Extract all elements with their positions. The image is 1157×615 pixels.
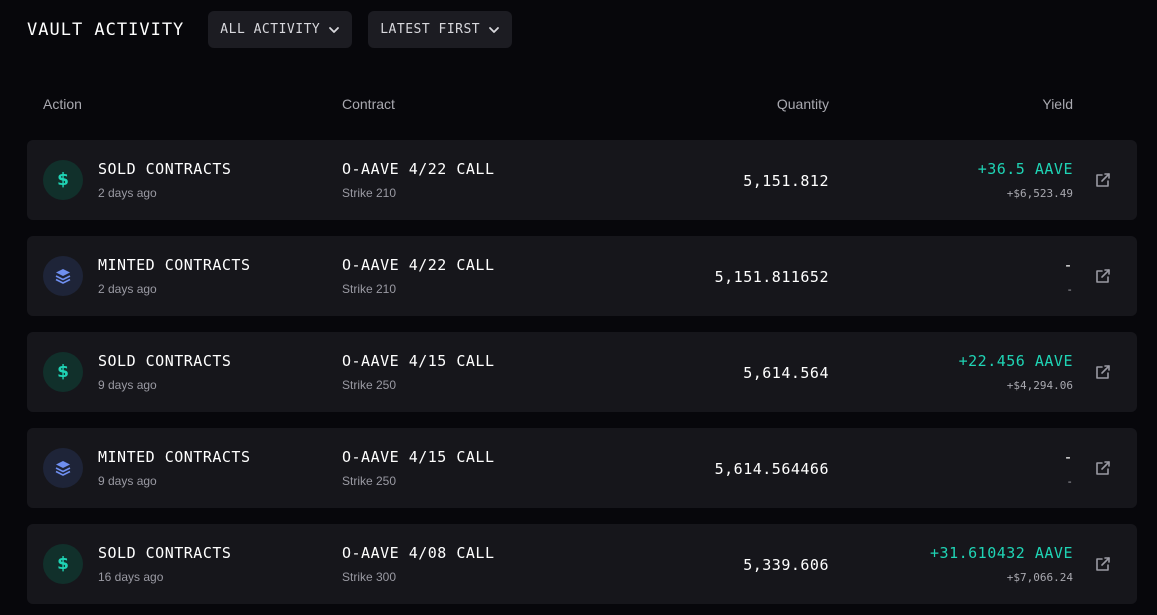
contract-strike: Strike 250 — [342, 474, 397, 488]
yield-usd-value: +$7,066.24 — [1006, 571, 1073, 584]
action-time: 16 days ago — [98, 570, 164, 584]
dollar-icon: $ — [43, 352, 83, 392]
layers-icon — [43, 256, 83, 296]
yield-value: +22.456 AAVE — [958, 352, 1073, 370]
external-link-icon[interactable] — [1093, 554, 1113, 574]
vault-activity-page: VAULT ACTIVITY ALL ACTIVITY LATEST FIRST… — [0, 0, 1157, 615]
contract-strike: Strike 250 — [342, 378, 397, 392]
quantity-value: 5,151.811652 — [714, 268, 829, 286]
external-link-icon[interactable] — [1093, 170, 1113, 190]
external-link-icon[interactable] — [1093, 458, 1113, 478]
action-label: MINTED CONTRACTS — [98, 448, 251, 466]
page-title: VAULT ACTIVITY — [27, 19, 185, 40]
external-link-icon[interactable] — [1093, 362, 1113, 382]
activity-row[interactable]: MINTED CONTRACTS 9 days ago O-AAVE 4/15 … — [27, 428, 1137, 508]
action-time: 9 days ago — [98, 378, 157, 392]
quantity-value: 5,151.812 — [743, 172, 829, 190]
sort-order-label: LATEST FIRST — [380, 22, 481, 37]
activity-filter-dropdown[interactable]: ALL ACTIVITY — [208, 11, 353, 48]
table-header: Action Contract Quantity Yield — [0, 96, 1157, 114]
dollar-icon: $ — [43, 544, 83, 584]
contract-strike: Strike 210 — [342, 186, 397, 200]
column-header-quantity: Quantity — [776, 96, 829, 112]
yield-value: - — [1063, 448, 1073, 466]
contract-name: O-AAVE 4/22 CALL — [342, 160, 495, 178]
activity-list: $ SOLD CONTRACTS 2 days ago O-AAVE 4/22 … — [27, 140, 1137, 615]
quantity-value: 5,614.564 — [743, 364, 829, 382]
column-header-yield: Yield — [1042, 96, 1073, 112]
action-time: 9 days ago — [98, 474, 157, 488]
sort-order-dropdown[interactable]: LATEST FIRST — [368, 11, 513, 48]
yield-value: +36.5 AAVE — [977, 160, 1073, 178]
column-header-action: Action — [43, 96, 82, 112]
layers-icon — [43, 448, 83, 488]
action-label: SOLD CONTRACTS — [98, 544, 232, 562]
activity-row[interactable]: $ SOLD CONTRACTS 9 days ago O-AAVE 4/15 … — [27, 332, 1137, 412]
yield-usd-value: +$4,294.06 — [1006, 379, 1073, 392]
action-label: SOLD CONTRACTS — [98, 160, 232, 178]
yield-usd-value: - — [1066, 475, 1073, 488]
activity-header: VAULT ACTIVITY ALL ACTIVITY LATEST FIRST — [27, 11, 528, 48]
contract-strike: Strike 210 — [342, 282, 397, 296]
contract-name: O-AAVE 4/15 CALL — [342, 448, 495, 466]
column-header-contract: Contract — [342, 96, 395, 112]
action-time: 2 days ago — [98, 282, 157, 296]
action-label: SOLD CONTRACTS — [98, 352, 232, 370]
quantity-value: 5,339.606 — [743, 556, 829, 574]
chevron-down-icon — [328, 24, 340, 36]
contract-name: O-AAVE 4/08 CALL — [342, 544, 495, 562]
yield-value: +31.610432 AAVE — [930, 544, 1073, 562]
action-label: MINTED CONTRACTS — [98, 256, 251, 274]
yield-usd-value: - — [1066, 283, 1073, 296]
activity-row[interactable]: MINTED CONTRACTS 2 days ago O-AAVE 4/22 … — [27, 236, 1137, 316]
external-link-icon[interactable] — [1093, 266, 1113, 286]
yield-usd-value: +$6,523.49 — [1006, 187, 1073, 200]
action-time: 2 days ago — [98, 186, 157, 200]
contract-name: O-AAVE 4/15 CALL — [342, 352, 495, 370]
dollar-icon: $ — [43, 160, 83, 200]
contract-strike: Strike 300 — [342, 570, 397, 584]
chevron-down-icon — [488, 24, 500, 36]
activity-filter-label: ALL ACTIVITY — [220, 22, 321, 37]
activity-row[interactable]: $ SOLD CONTRACTS 2 days ago O-AAVE 4/22 … — [27, 140, 1137, 220]
yield-value: - — [1063, 256, 1073, 274]
quantity-value: 5,614.564466 — [714, 460, 829, 478]
contract-name: O-AAVE 4/22 CALL — [342, 256, 495, 274]
activity-row[interactable]: $ SOLD CONTRACTS 16 days ago O-AAVE 4/08… — [27, 524, 1137, 604]
